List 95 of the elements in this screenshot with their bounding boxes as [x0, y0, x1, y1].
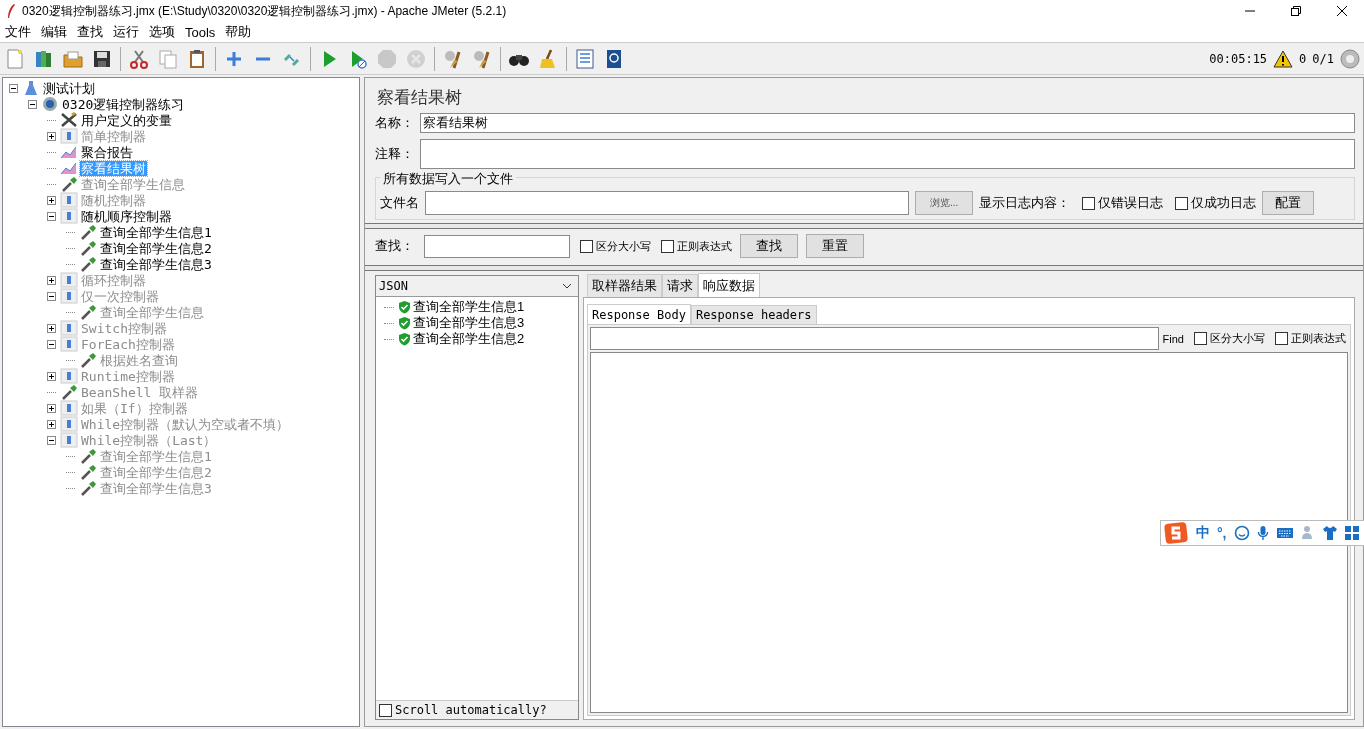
- file-label: 文件名: [380, 194, 419, 212]
- panel-title: 察看结果树: [376, 87, 463, 109]
- filename-field[interactable]: [425, 191, 909, 215]
- grid-icon[interactable]: [1344, 526, 1359, 540]
- checkbox-label: 区分大小写: [1210, 331, 1265, 346]
- checkbox[interactable]: [1082, 196, 1096, 210]
- keyboard-icon[interactable]: [1275, 526, 1294, 540]
- tab[interactable]: Response Body: [587, 304, 691, 324]
- controller-icon: [60, 320, 78, 336]
- menu-item[interactable]: Tools: [185, 24, 216, 40]
- controller-icon: [60, 288, 78, 304]
- log-label: 显示日志内容：: [979, 194, 1071, 212]
- controller-icon: [60, 272, 78, 288]
- remote-icon[interactable]: [1340, 48, 1360, 69]
- tab[interactable]: 取样器结果: [587, 274, 662, 297]
- controller-icon: [60, 368, 78, 384]
- list-icon[interactable]: [574, 47, 596, 70]
- result-item[interactable]: 查询全部学生信息3: [413, 314, 525, 332]
- comment-label: 注释：: [375, 145, 414, 163]
- checkbox[interactable]: [580, 239, 593, 253]
- name-field[interactable]: 察看结果树: [420, 113, 1355, 133]
- chart-icon: [60, 160, 78, 176]
- renderer-dropdown[interactable]: JSON: [376, 276, 578, 297]
- maximize-icon[interactable]: [1290, 5, 1302, 17]
- splitter[interactable]: [365, 223, 1363, 229]
- tree-toggle[interactable]: [47, 211, 56, 221]
- controller-icon: [60, 192, 78, 208]
- error-count: 0: [1299, 51, 1307, 66]
- menu-item[interactable]: 运行: [113, 23, 139, 41]
- checkbox-label: 仅成功日志: [1191, 194, 1257, 212]
- checkbox-label: 正则表达式: [1291, 331, 1346, 346]
- controller-icon: [60, 336, 78, 352]
- shirt-icon[interactable]: [1321, 525, 1338, 541]
- group-title: 所有数据写入一个文件: [380, 170, 516, 188]
- chart-icon: [60, 144, 78, 160]
- tree-item[interactable]: 聚合报告: [80, 144, 134, 160]
- find-label: Find: [1162, 332, 1184, 345]
- chevron-down-icon: [562, 283, 572, 289]
- ime-logo-icon[interactable]: [1163, 521, 1189, 545]
- menu-item[interactable]: 查找: [77, 23, 103, 41]
- menu-item[interactable]: 编辑: [41, 23, 67, 41]
- microphone-icon[interactable]: [1256, 525, 1269, 541]
- browse-button[interactable]: 浏览...: [915, 191, 974, 215]
- input-mode[interactable]: 中: [1196, 524, 1210, 542]
- controller-icon: [60, 416, 78, 432]
- menu-item[interactable]: 选项: [149, 23, 175, 41]
- controller-icon: [60, 432, 78, 448]
- name-label: 名称：: [375, 114, 414, 132]
- tree-item[interactable]: 用户定义的变量: [80, 112, 173, 128]
- gear-icon: [41, 96, 59, 112]
- tab[interactable]: 响应数据: [698, 273, 760, 297]
- menu-item[interactable]: 文件: [5, 23, 31, 41]
- warning-icon[interactable]: [1273, 49, 1294, 68]
- search-label: 查找：: [375, 237, 414, 255]
- checkbox[interactable]: [1175, 196, 1189, 210]
- search-button[interactable]: 查找: [740, 234, 798, 258]
- controller-icon: [60, 208, 78, 224]
- configure-button[interactable]: 配置: [1262, 191, 1315, 215]
- checkbox-label: 仅错误日志: [1098, 194, 1164, 212]
- checkbox-label: 区分大小写: [596, 238, 651, 254]
- close-icon[interactable]: [1336, 5, 1348, 17]
- tree-toggle[interactable]: [28, 99, 37, 109]
- tree-item[interactable]: 随机顺序控制器: [80, 208, 173, 224]
- window-title: 0320逻辑控制器练习.jmx (E:\Study\0320\0320逻辑控制器练习.jmx) - Apache JMeter (5.2.1): [22, 2, 507, 20]
- find-field[interactable]: [590, 327, 1159, 350]
- checkbox-label: 正则表达式: [677, 238, 732, 254]
- controller-icon: [60, 128, 78, 144]
- splitter[interactable]: [365, 265, 1363, 271]
- result-item[interactable]: 查询全部学生信息2: [413, 330, 525, 348]
- tree-item[interactable]: 查询全部学生信息3: [99, 256, 213, 272]
- tree-item[interactable]: 查询全部学生信息2: [99, 240, 213, 256]
- flask-icon: [22, 80, 40, 96]
- checkbox[interactable]: [661, 239, 674, 253]
- menu-item[interactable]: 帮助: [225, 23, 252, 41]
- tree-toggle[interactable]: [9, 83, 18, 93]
- tree-item[interactable]: 0320逻辑控制器练习: [61, 96, 186, 112]
- search-field[interactable]: [424, 234, 570, 258]
- checkbox[interactable]: [1275, 332, 1288, 345]
- feather-icon: [6, 3, 16, 19]
- tools-icon: [60, 112, 78, 128]
- elapsed-time: 00:05:15: [1209, 51, 1268, 66]
- smiley-icon[interactable]: [1233, 525, 1250, 541]
- tree-item[interactable]: 测试计划: [42, 80, 96, 96]
- checkbox[interactable]: [379, 703, 392, 717]
- checkbox-label: Scroll automatically?: [395, 703, 547, 717]
- result-item[interactable]: 查询全部学生信息1: [413, 298, 525, 316]
- controller-icon: [60, 400, 78, 416]
- tab[interactable]: Response headers: [690, 305, 817, 324]
- checkbox[interactable]: [1194, 332, 1207, 345]
- tab[interactable]: 请求: [662, 274, 698, 297]
- search-button[interactable]: 重置: [806, 234, 864, 258]
- comment-field[interactable]: [420, 139, 1355, 169]
- thread-count: 0/1: [1312, 51, 1334, 66]
- tree-item[interactable]: 查询全部学生信息1: [99, 224, 213, 240]
- punctuation-mode[interactable]: °,: [1217, 525, 1227, 541]
